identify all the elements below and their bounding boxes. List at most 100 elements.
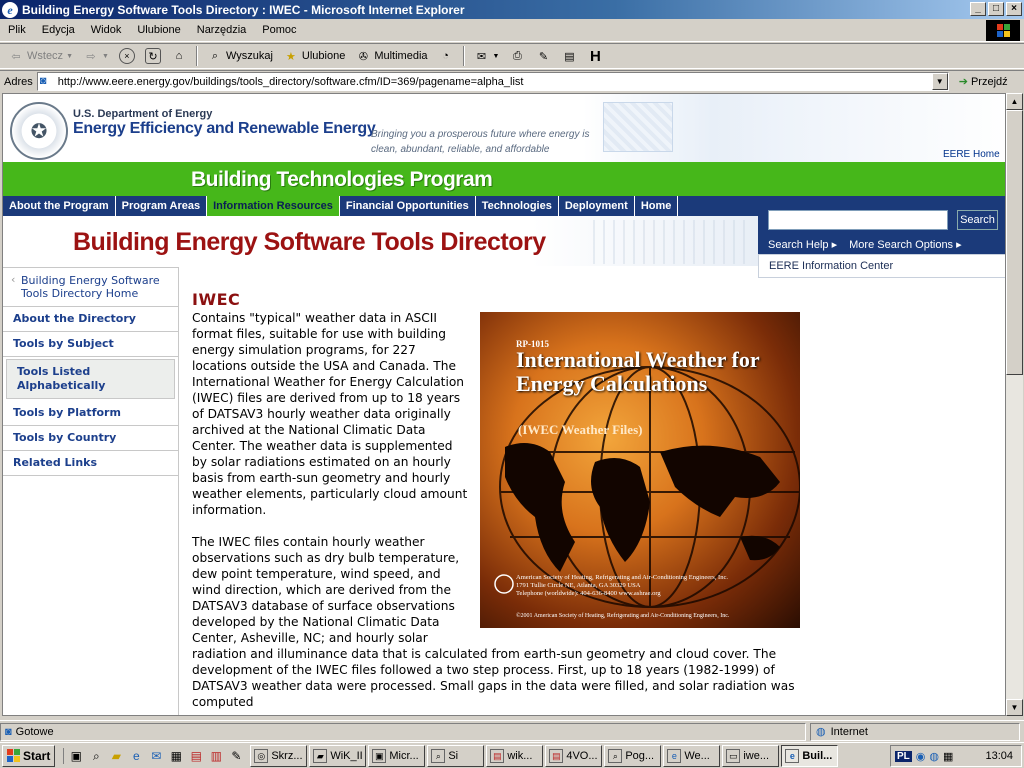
menu-file[interactable]: Plik	[0, 24, 34, 36]
go-button[interactable]: ➔ Przejdź	[958, 75, 1008, 89]
nav-information-resources[interactable]: Information Resources	[207, 196, 340, 216]
nav-financial-opportunities[interactable]: Financial Opportunities	[340, 196, 476, 216]
program-title[interactable]: Building Technologies Program	[191, 168, 493, 192]
favorites-button[interactable]: ★ Ulubione	[279, 46, 349, 66]
site-search-input[interactable]	[768, 210, 948, 230]
window-controls: _ □ ×	[970, 2, 1022, 16]
menu-edit[interactable]: Edycja	[34, 24, 83, 36]
tagline: Bringing you a prosperous future where e…	[371, 129, 590, 155]
search-button[interactable]: ⌕ Wyszukaj	[203, 46, 277, 66]
eere-label[interactable]: Energy Efficiency and Renewable Energy	[73, 120, 376, 138]
menu-help[interactable]: Pomoc	[254, 24, 304, 36]
task-label: 4VO...	[566, 749, 598, 762]
nav-program-areas[interactable]: Program Areas	[116, 196, 208, 216]
task-button[interactable]: ▭ iwe...	[722, 744, 780, 767]
app-icon[interactable]: ▥	[208, 748, 224, 764]
sidebar-item-country[interactable]: Tools by Country	[3, 426, 178, 451]
refresh-icon: ↻	[144, 48, 161, 64]
menu-favorites[interactable]: Ulubione	[129, 24, 188, 36]
back-button[interactable]: ⇦ Wstecz ▼	[4, 46, 77, 66]
sidebar-item-related-links[interactable]: Related Links	[3, 451, 178, 476]
sidebar-item-alphabetical[interactable]: Tools Listed Alphabetically	[6, 359, 175, 399]
media-button[interactable]: ✇ Multimedia	[351, 46, 431, 66]
media-label: Multimedia	[374, 50, 428, 62]
folder-icon[interactable]: ▰	[108, 748, 124, 764]
task-button[interactable]: ▤ wik...	[486, 744, 544, 767]
eere-home-link[interactable]: EERE Home	[943, 149, 1000, 160]
task-button[interactable]: ▤ 4VO...	[545, 744, 603, 767]
refresh-button[interactable]: ↻	[141, 46, 165, 66]
nav-about-program[interactable]: About the Program	[3, 196, 116, 216]
desktop-icon[interactable]: ▣	[68, 748, 84, 764]
program-banner: Building Technologies Program	[3, 162, 1005, 196]
task-label: Si	[448, 749, 459, 762]
windows-logo-icon	[986, 20, 1020, 41]
task-label: iwe...	[743, 749, 770, 762]
scroll-thumb[interactable]	[1006, 110, 1023, 375]
task-button[interactable]: ⌕ Si	[427, 744, 485, 767]
file-icon: ▭	[726, 748, 741, 763]
taskbar: Start ▣ ⌕ ▰ e ✉ ▦ ▤ ▥ ✎ ◎ Skrz... ▰ WiK_II…	[0, 742, 1024, 768]
menu-view[interactable]: Widok	[83, 24, 130, 36]
pdf-icon: ▤	[549, 748, 564, 763]
app-icon[interactable]: ✎	[228, 748, 244, 764]
more-search-options-link[interactable]: More Search Options ▸	[849, 238, 962, 251]
discuss-button[interactable]: ▤	[557, 46, 581, 66]
sidebar-item-about[interactable]: About the Directory	[3, 307, 178, 332]
site-search-button[interactable]: Search	[957, 210, 998, 230]
site-search: Search Search Help ▸ More Search Options…	[758, 196, 1005, 254]
task-button[interactable]: ▣ Micr...	[368, 744, 426, 767]
eere-information-center-link[interactable]: EERE Information Center	[758, 254, 1005, 278]
close-button[interactable]: ×	[1006, 2, 1022, 16]
home-button[interactable]: ⌂	[167, 46, 191, 66]
menu-tools[interactable]: Narzędzia	[189, 24, 255, 36]
scroll-down-button[interactable]: ▼	[1006, 699, 1023, 716]
outlook-icon[interactable]: ✉	[148, 748, 164, 764]
forward-button[interactable]: ⇨ ▼	[79, 46, 113, 66]
cover-publisher-phone: Telephone (worldwide): 404-636-8400 www.…	[516, 590, 661, 597]
task-button[interactable]: ⌕ Pog...	[604, 744, 662, 767]
vertical-scrollbar[interactable]: ▲ ▼	[1006, 93, 1023, 716]
nav-deployment[interactable]: Deployment	[559, 196, 635, 216]
maximize-button[interactable]: □	[988, 2, 1004, 16]
sidebar-directory-home[interactable]: Building Energy Software Tools Directory…	[3, 268, 178, 307]
search-icon[interactable]: ⌕	[88, 748, 104, 764]
print-button[interactable]: ⎙	[505, 46, 529, 66]
task-button[interactable]: ▰ WiK_II	[309, 744, 367, 767]
scroll-up-button[interactable]: ▲	[1006, 93, 1023, 110]
directory-banner: Building Energy Software Tools Directory	[3, 216, 758, 266]
task-button-active[interactable]: e Buil...	[781, 744, 839, 767]
nav-technologies[interactable]: Technologies	[476, 196, 559, 216]
search-icon: ⌕	[608, 748, 623, 763]
minimize-button[interactable]: _	[970, 2, 986, 16]
history-button[interactable]: ◔	[434, 46, 458, 66]
task-label: Pog...	[625, 749, 655, 762]
address-dropdown-button[interactable]: ▼	[931, 73, 948, 90]
network-icon[interactable]: ▦	[943, 750, 953, 763]
app-icon[interactable]: ▤	[188, 748, 204, 764]
task-button[interactable]: ◎ Skrz...	[250, 744, 308, 767]
go-arrow-icon: ➔	[958, 76, 968, 88]
discuss-icon: ▤	[564, 50, 575, 63]
edit-button[interactable]: ✎	[531, 46, 555, 66]
start-button[interactable]: Start	[2, 744, 56, 767]
media-icon: ✇	[358, 50, 368, 63]
start-label: Start	[23, 748, 51, 763]
extra-button[interactable]: H	[583, 46, 607, 66]
ie-icon: e	[785, 748, 800, 763]
sidebar-item-subject[interactable]: Tools by Subject	[3, 332, 178, 357]
favorites-icon: ★	[285, 50, 296, 63]
stop-button[interactable]: ×	[115, 46, 139, 66]
ie-icon[interactable]: e	[128, 748, 144, 764]
mail-button[interactable]: ✉ ▼	[470, 46, 504, 66]
sidebar-item-platform[interactable]: Tools by Platform	[3, 401, 178, 426]
calculator-icon[interactable]: ▦	[168, 748, 184, 764]
language-indicator[interactable]: PL	[895, 750, 912, 762]
address-input[interactable]: ◙ http://www.eere.energy.gov/buildings/t…	[36, 72, 949, 91]
nav-home[interactable]: Home	[635, 196, 679, 216]
tray-app-icon[interactable]: ◉	[916, 750, 926, 763]
task-button[interactable]: e We...	[663, 744, 721, 767]
tray-app-icon[interactable]: ◍	[929, 750, 939, 763]
task-label: Buil...	[802, 749, 833, 762]
search-help-link[interactable]: Search Help ▸	[768, 238, 837, 251]
